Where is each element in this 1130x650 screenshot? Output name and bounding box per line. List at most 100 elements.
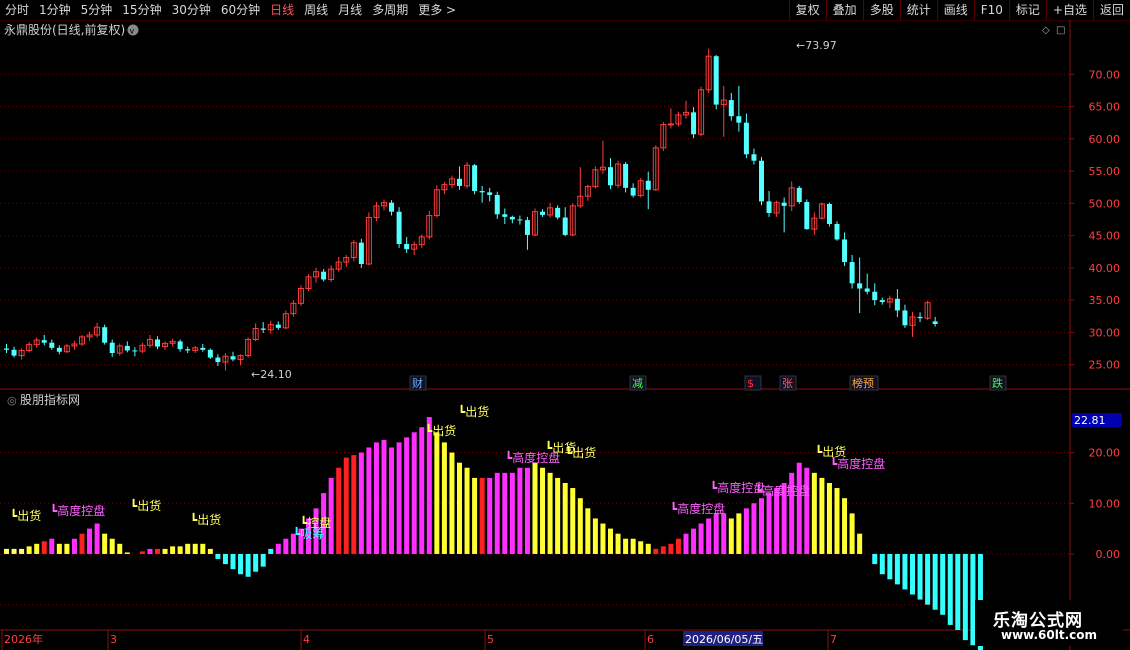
indicator-bar [562,482,568,554]
stock-chart[interactable]: 70.0065.0060.0055.0050.0045.0040.0035.00… [0,20,1130,650]
indicator-bar [570,488,576,554]
candle-body [932,321,938,324]
candle-body [834,223,840,240]
period-tab-8[interactable]: 月线 [333,0,367,20]
candle-body [215,357,221,363]
indicator-bar [177,546,183,554]
indicator-bar [64,543,70,554]
toolbar-button-4[interactable]: 画线 [936,0,974,20]
candle-body [177,341,183,350]
indicator-bar [366,447,372,554]
high-price-label: ←73.97 [796,39,837,52]
price-tick-label: 45.00 [1089,230,1121,243]
indicator-bar [87,528,93,554]
period-tab-4[interactable]: 30分钟 [167,0,216,20]
indicator-bar [147,548,153,554]
indicator-bar [842,498,848,554]
toolbar-button-3[interactable]: 统计 [899,0,937,20]
candle-body [102,327,108,343]
indicator-title: 股朋指标网 [20,392,80,407]
period-tab-10[interactable]: 更多 > [413,0,461,20]
indicator-bar [336,467,342,554]
toolbar-button-5[interactable]: F10 [973,0,1009,20]
indicator-bar [381,439,387,554]
candle-body [902,310,908,326]
indicator-bar [502,472,508,554]
candle-body [759,160,764,202]
square-icon[interactable]: □ [1056,25,1065,36]
indicator-bar [253,553,259,572]
candle-body [608,167,613,186]
indicator-bar [804,467,810,554]
indicator-bar [343,457,349,554]
toolbar-button-7[interactable]: +自选 [1045,0,1093,20]
indicator-bar [472,477,478,554]
candle-body [630,187,636,196]
candle-body [207,349,213,358]
indicator-bar [200,543,206,554]
candle-body [457,178,462,186]
toolbar-button-8[interactable]: 返回 [1092,0,1130,20]
indicator-chevron-icon[interactable]: ◎ [7,394,17,407]
price-tick-label: 50.00 [1089,197,1121,210]
indicator-bar [441,442,447,554]
toolbar-button-1[interactable]: 叠加 [825,0,863,20]
indicator-bar [11,548,17,554]
cursor-date: 2026/06/05/五 [685,633,763,646]
period-tab-7[interactable]: 周线 [299,0,333,20]
diamond-icon[interactable]: ◇ [1042,25,1050,36]
candle-body [864,288,870,292]
indicator-tick-label: 20.00 [1089,447,1121,460]
candle-body [804,202,810,230]
candlestick-series [4,48,938,371]
indicator-annotation: ┗出货 [565,445,596,460]
indicator-bar [373,442,379,554]
period-tab-9[interactable]: 多周期 [367,0,413,20]
candle-body [743,122,749,155]
candle-body [321,271,327,280]
grid-lines: 70.0065.0060.0055.0050.0045.0040.0035.00… [0,20,1130,650]
indicator-bar [743,508,749,554]
candle-body [894,298,900,311]
candle-body [200,347,206,350]
toolbar-button-6[interactable]: 标记 [1008,0,1046,20]
candle-body [562,217,568,235]
indicator-bar [351,455,357,554]
indicator-bar [713,513,719,554]
date-label: 2026年 [4,632,43,646]
candle-body [555,207,561,218]
indicator-bar [955,553,961,630]
period-tab-1[interactable]: 1分钟 [34,0,76,20]
candle-body [396,211,402,244]
indicator-bar [494,472,500,554]
watermark-logo: 乐淘公式网 www.60lt.com [975,600,1123,646]
event-tag: 跌 [992,376,1003,390]
indicator-annotation: ┗吸筹 [293,526,324,541]
indicator-bar [645,543,651,554]
candle-body [124,345,130,351]
period-tab-3[interactable]: 15分钟 [117,0,166,20]
price-tick-label: 65.00 [1089,101,1121,114]
candle-body [185,349,191,351]
chevron-glyph: v [130,27,135,36]
period-tab-0[interactable]: 分时 [0,0,34,20]
indicator-bar [917,553,923,600]
period-tab-5[interactable]: 60分钟 [216,0,265,20]
indicator-bar [796,462,802,554]
indicator-bar [517,467,523,554]
indicator-bar [630,538,636,554]
indicator-bar [962,553,968,641]
toolbar-button-2[interactable]: 多股 [862,0,900,20]
date-label: 4 [303,633,310,646]
date-label: 5 [487,633,494,646]
indicator-bar [698,523,704,554]
candle-body [4,348,9,350]
indicator-bar [683,533,689,554]
indicator-bar [155,548,160,554]
indicator-bar [947,553,953,625]
candle-body [56,347,62,352]
period-tab-2[interactable]: 5分钟 [76,0,118,20]
toolbar-button-0[interactable]: 复权 [788,0,826,20]
indicator-bar [721,513,727,554]
period-tab-6[interactable]: 日线 [265,0,299,20]
